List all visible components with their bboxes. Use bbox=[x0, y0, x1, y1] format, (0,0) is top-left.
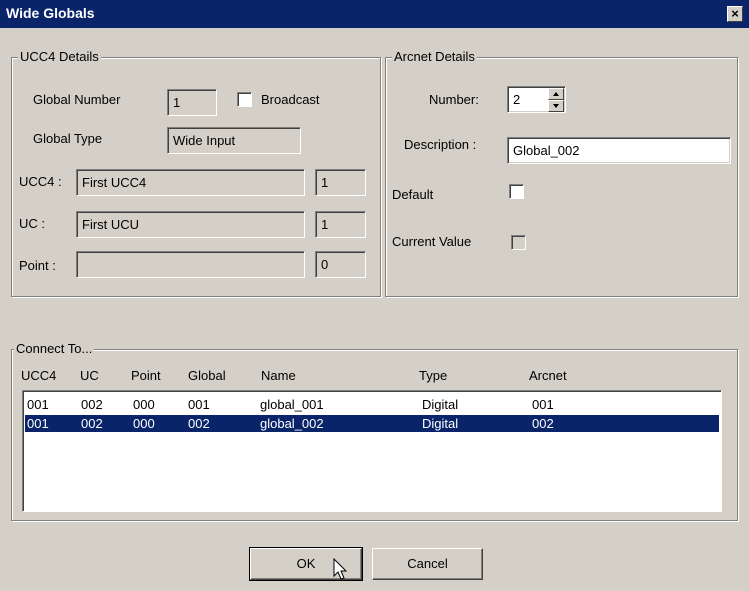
cell-arcnet: 001 bbox=[532, 397, 554, 412]
close-icon: × bbox=[731, 6, 739, 21]
column-header-point[interactable]: Point bbox=[131, 368, 161, 384]
arcnet-details-legend: Arcnet Details bbox=[392, 49, 477, 65]
cell-name: global_002 bbox=[260, 416, 324, 431]
close-button[interactable]: × bbox=[727, 6, 743, 22]
global-number-label: Global Number bbox=[33, 92, 121, 107]
cell-ucc4: 001 bbox=[27, 416, 49, 431]
spin-down-button[interactable] bbox=[548, 100, 564, 112]
ucc4-details-legend: UCC4 Details bbox=[18, 49, 101, 65]
chevron-up-icon bbox=[553, 92, 559, 96]
description-label: Description : bbox=[404, 137, 477, 152]
cell-ucc4: 001 bbox=[27, 397, 49, 412]
point-label: Point : bbox=[19, 258, 56, 273]
cell-uc: 002 bbox=[81, 416, 103, 431]
column-header-name[interactable]: Name bbox=[261, 368, 296, 384]
cell-type: Digital bbox=[422, 416, 459, 431]
spin-up-button[interactable] bbox=[548, 88, 564, 100]
column-header-arcnet[interactable]: Arcnet bbox=[529, 368, 567, 384]
title-bar: Wide Globals × bbox=[0, 0, 749, 28]
table-row[interactable]: 001 002 000 001 global_001 Digital 001 bbox=[25, 396, 719, 413]
column-header-uc[interactable]: UC bbox=[80, 368, 99, 384]
broadcast-label: Broadcast bbox=[261, 92, 320, 107]
ucc4-name-field: First UCC4 bbox=[76, 169, 305, 196]
default-label: Default bbox=[392, 187, 434, 202]
cell-type: Digital bbox=[422, 397, 459, 412]
cell-arcnet: 002 bbox=[532, 416, 554, 431]
chevron-down-icon bbox=[553, 104, 559, 108]
cell-uc: 002 bbox=[81, 397, 103, 412]
column-header-global[interactable]: Global bbox=[188, 368, 226, 384]
table-row[interactable]: 001 002 000 002 global_002 Digital 002 bbox=[25, 415, 719, 432]
uc-label: UC : bbox=[19, 216, 45, 231]
cell-point: 000 bbox=[133, 416, 155, 431]
point-name-field bbox=[76, 251, 305, 278]
description-input[interactable]: Global_002 bbox=[507, 137, 731, 164]
cell-global: 002 bbox=[188, 416, 210, 431]
uc-name-field: First UCU bbox=[76, 211, 305, 238]
cell-global: 001 bbox=[188, 397, 210, 412]
current-value-checkbox bbox=[511, 235, 526, 250]
connect-list[interactable]: 001 002 000 001 global_001 Digital 001 0… bbox=[22, 390, 722, 512]
column-header-type[interactable]: Type bbox=[419, 368, 447, 384]
ucc4-number-field: 1 bbox=[315, 169, 366, 196]
cell-point: 000 bbox=[133, 397, 155, 412]
mouse-cursor-icon bbox=[333, 558, 348, 580]
cancel-button[interactable]: Cancel bbox=[372, 548, 483, 580]
cell-name: global_001 bbox=[260, 397, 324, 412]
uc-number-field: 1 bbox=[315, 211, 366, 238]
column-header-ucc4[interactable]: UCC4 bbox=[21, 368, 56, 384]
point-number-field: 0 bbox=[315, 251, 366, 278]
broadcast-checkbox[interactable] bbox=[237, 92, 252, 107]
ucc4-label: UCC4 : bbox=[19, 174, 62, 189]
global-type-label: Global Type bbox=[33, 131, 103, 146]
connect-to-legend: Connect To... bbox=[14, 341, 95, 357]
default-checkbox[interactable] bbox=[509, 184, 524, 199]
window-title: Wide Globals bbox=[6, 5, 95, 21]
global-type-field: Wide Input bbox=[167, 127, 301, 154]
current-value-label: Current Value bbox=[392, 234, 472, 249]
global-number-field: 1 bbox=[167, 89, 217, 116]
number-label: Number: bbox=[429, 92, 479, 107]
